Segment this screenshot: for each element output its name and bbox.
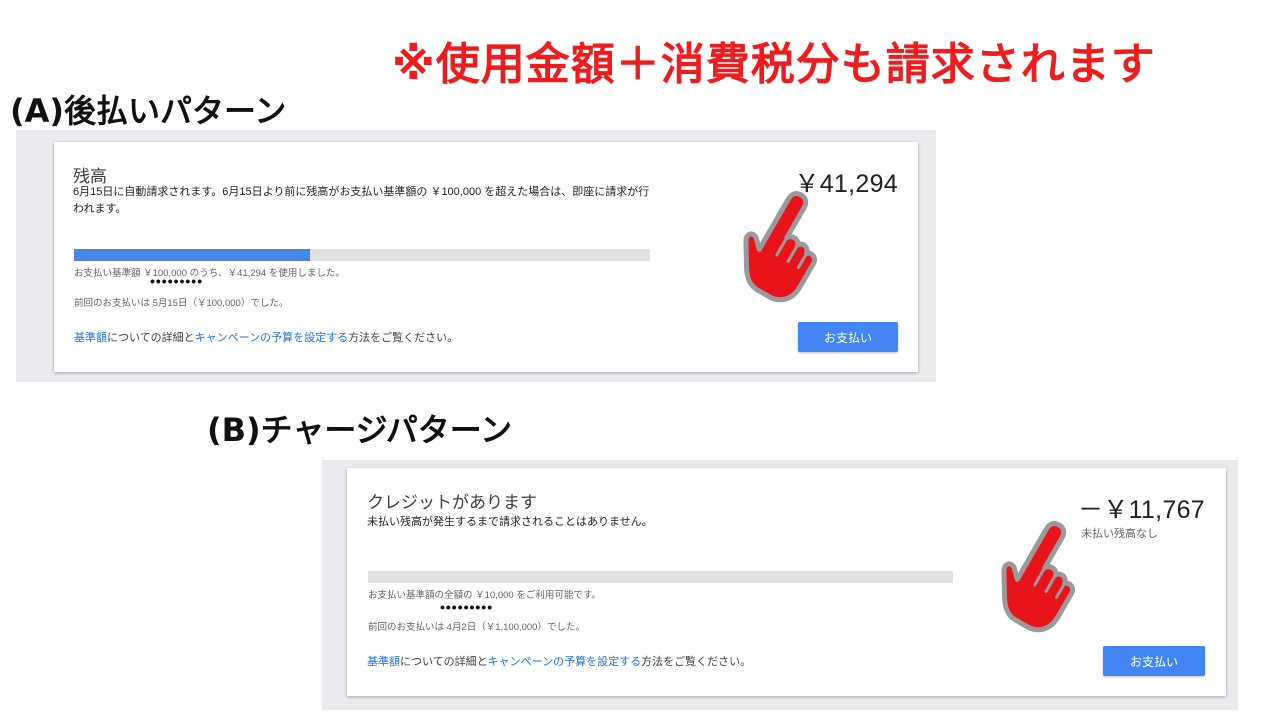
- usage-progress-bar: [74, 249, 650, 261]
- last-payment-text: 前回のお支払いは 4月2日（￥1,100,000）でした。: [368, 622, 585, 633]
- help-footer: 基準額についての詳細とキャンペーンの予算を設定する方法をご覧ください。: [367, 653, 751, 669]
- help-footer: 基準額についての詳細とキャンペーンの予算を設定する方法をご覧ください。: [74, 329, 458, 345]
- credit-description: 未払い残高が発生するまで請求されることはありません。: [367, 516, 653, 528]
- usage-progress-bar: [368, 571, 953, 583]
- usage-text: お支払い基準額 ￥100,000 のうち、￥41,294 を使用しました。: [74, 268, 345, 279]
- footer-text1: についての詳細と: [400, 656, 488, 668]
- threshold-link[interactable]: 基準額: [367, 656, 400, 668]
- pointing-hand-icon: [743, 191, 818, 303]
- credit-amount: －￥11,767: [1077, 496, 1205, 524]
- credit-title: クレジットがあります: [367, 493, 537, 512]
- footer-text2: 方法をご覧ください。: [348, 332, 459, 344]
- footer-text2: 方法をご覧ください。: [641, 656, 752, 668]
- pattern-a-label: (A)後払いパターン: [10, 92, 287, 130]
- threshold-link[interactable]: 基準額: [74, 332, 107, 344]
- emphasis-dots: •••••••••: [150, 273, 204, 289]
- unpaid-balance-status: 未払い残高なし: [1081, 528, 1158, 540]
- billing-description-line1: 6月15日に自動請求されます。6月15日より前に残高がお支払い基準額の ￥100…: [73, 186, 650, 198]
- usage-progress-fill: [74, 249, 311, 261]
- notice-banner: ※使用金額＋消費税分も請求されます: [392, 39, 1156, 90]
- campaign-budget-link[interactable]: キャンペーンの予算を設定する: [195, 332, 348, 344]
- pattern-b-label: (B)チャージパターン: [207, 411, 513, 449]
- campaign-budget-link[interactable]: キャンペーンの予算を設定する: [488, 656, 641, 668]
- pointing-hand-icon: [1001, 521, 1076, 633]
- pattern-b-billing-card: クレジットがあります 未払い残高が発生するまで請求されることはありません。 －￥…: [347, 468, 1226, 696]
- pay-button[interactable]: お支払い: [798, 322, 898, 352]
- billing-description-line2: われます。: [73, 203, 127, 215]
- emphasis-dots: •••••••••: [440, 599, 494, 615]
- last-payment-text: 前回のお支払いは 5月15日（￥100,000）でした。: [74, 298, 289, 309]
- footer-text1: についての詳細と: [107, 332, 195, 344]
- pay-button[interactable]: お支払い: [1103, 646, 1205, 676]
